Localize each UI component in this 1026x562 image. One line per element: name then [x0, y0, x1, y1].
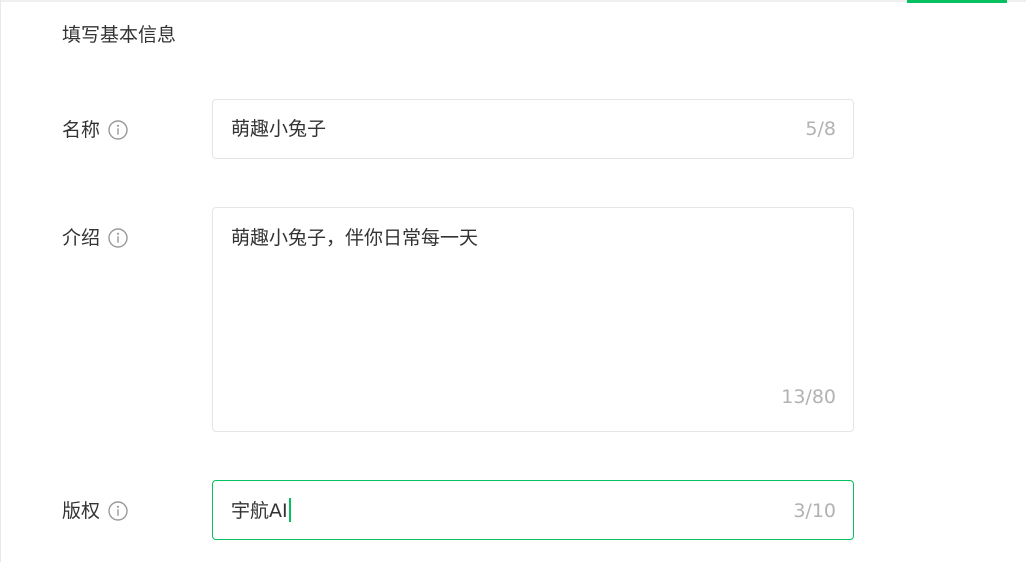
info-icon[interactable] — [108, 228, 128, 248]
info-icon[interactable] — [108, 501, 128, 521]
name-input-value[interactable]: 萌趣小兔子 — [231, 116, 326, 142]
intro-label-group: 介绍 — [62, 225, 128, 251]
copyright-label: 版权 — [62, 500, 101, 522]
name-label: 名称 — [62, 119, 101, 141]
section-title: 填写基本信息 — [62, 24, 177, 46]
copyright-input[interactable]: 宇航AI 3/10 — [212, 480, 854, 540]
copyright-input-value[interactable]: 宇航AI — [231, 500, 288, 522]
name-char-counter: 5/8 — [805, 118, 836, 140]
intro-textarea[interactable]: 萌趣小兔子，伴你日常每一天 13/80 — [212, 207, 854, 432]
active-tab-indicator — [907, 0, 1007, 3]
copyright-input-value-wrap[interactable]: 宇航AI — [231, 498, 291, 524]
name-input[interactable]: 萌趣小兔子 5/8 — [212, 99, 854, 159]
info-icon[interactable] — [108, 120, 128, 140]
intro-textarea-value[interactable]: 萌趣小兔子，伴你日常每一天 — [231, 225, 478, 251]
copyright-label-group: 版权 — [62, 498, 128, 524]
top-divider — [1, 0, 1026, 2]
text-caret — [288, 498, 291, 522]
intro-char-counter: 13/80 — [781, 386, 836, 408]
name-label-group: 名称 — [62, 117, 128, 143]
intro-label: 介绍 — [62, 227, 101, 249]
basic-info-form: 填写基本信息 名称 萌趣小兔子 5/8 介绍 萌趣小兔子，伴你日常每一天 13/… — [0, 0, 1026, 562]
copyright-char-counter: 3/10 — [793, 500, 836, 522]
